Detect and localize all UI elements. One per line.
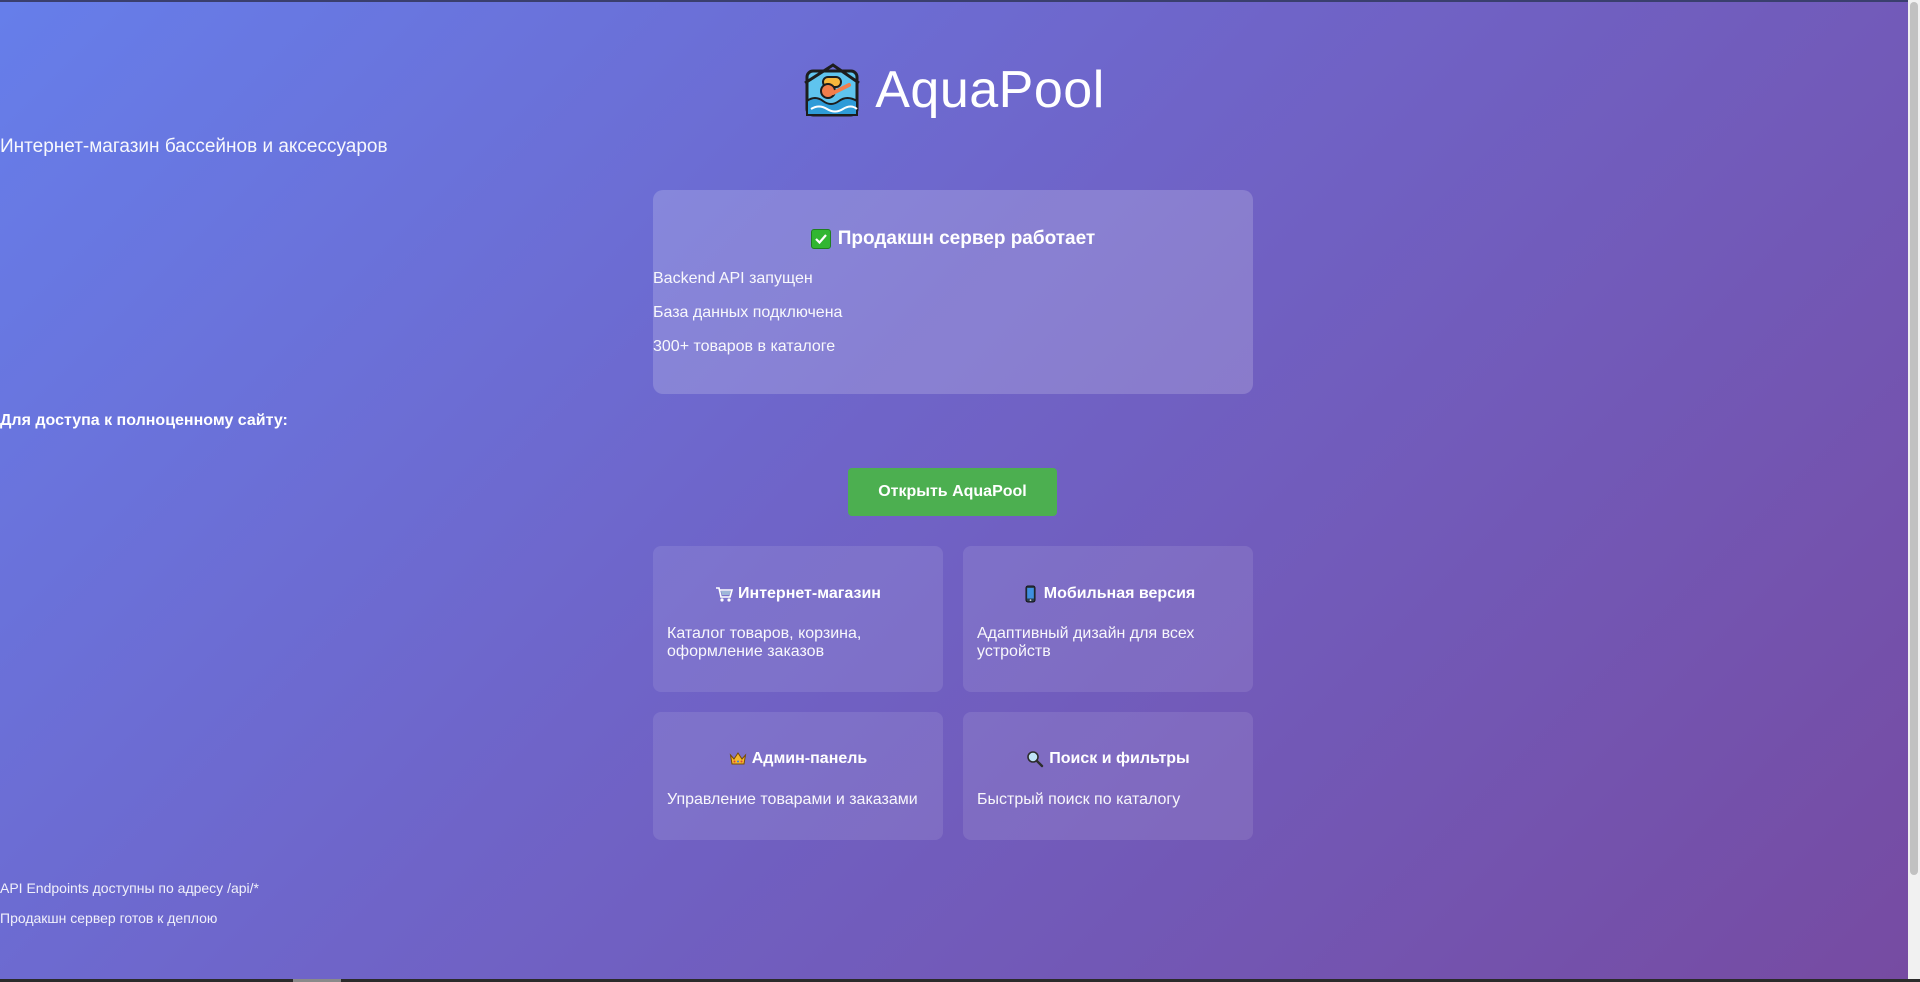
page-background: AquaPool Интернет-магазин бассейнов и ак… xyxy=(0,0,1908,979)
open-aquapool-button[interactable]: Открыть AquaPool xyxy=(848,468,1057,516)
feature-title-admin: Админ-панель xyxy=(653,750,943,768)
feature-title-shop: Интернет-магазин xyxy=(653,585,943,603)
feature-card-admin: Админ-панель Управление товарами и заказ… xyxy=(653,712,943,840)
access-label: Для доступа к полноценному сайту: xyxy=(0,412,288,429)
page-subtitle: Интернет-магазин бассейнов и аксессуаров xyxy=(0,136,388,157)
feature-title-search: Поиск и фильтры xyxy=(963,750,1253,768)
footer-deploy-note: Продакшн сервер готов к деплою xyxy=(0,910,218,926)
status-heading: Продакшн сервер работает xyxy=(653,228,1253,250)
feature-title-mobile: Мобильная версия xyxy=(963,585,1253,603)
status-line-api: Backend API запущен xyxy=(653,270,813,287)
status-line-catalog: 300+ товаров в каталоге xyxy=(653,338,836,355)
feature-card-mobile: Мобильная версия Адаптивный дизайн для в… xyxy=(963,546,1253,692)
feature-desc-mobile: Адаптивный дизайн для всех устройств xyxy=(977,625,1195,660)
swimmer-icon xyxy=(804,63,861,117)
vertical-scrollbar[interactable] xyxy=(1908,0,1920,979)
mobile-phone-icon xyxy=(1025,585,1036,603)
page-title: AquaPool xyxy=(875,61,1105,119)
feature-card-shop: Интернет-магазин Каталог товаров, корзин… xyxy=(653,546,943,692)
crown-icon xyxy=(729,752,747,765)
brand-header: AquaPool xyxy=(0,57,1908,123)
feature-desc-admin: Управление товарами и заказами xyxy=(667,791,918,808)
feature-card-search: Поиск и фильтры Быстрый поиск по каталог… xyxy=(963,712,1253,840)
status-line-database: База данных подключена xyxy=(653,304,843,321)
footer-api-note: API Endpoints доступны по адресу /api/* xyxy=(0,880,259,896)
check-mark-icon xyxy=(810,229,831,249)
feature-desc-search: Быстрый поиск по каталогу xyxy=(977,791,1181,808)
scrollbar-thumb[interactable] xyxy=(1910,2,1918,875)
feature-desc-shop: Каталог товаров, корзина, оформление зак… xyxy=(667,625,862,660)
status-card: Продакшн сервер работает Backend API зап… xyxy=(653,190,1253,394)
status-title: Продакшн сервер работает xyxy=(837,228,1096,249)
magnifier-icon xyxy=(1027,751,1044,768)
shopping-cart-icon xyxy=(716,587,734,602)
